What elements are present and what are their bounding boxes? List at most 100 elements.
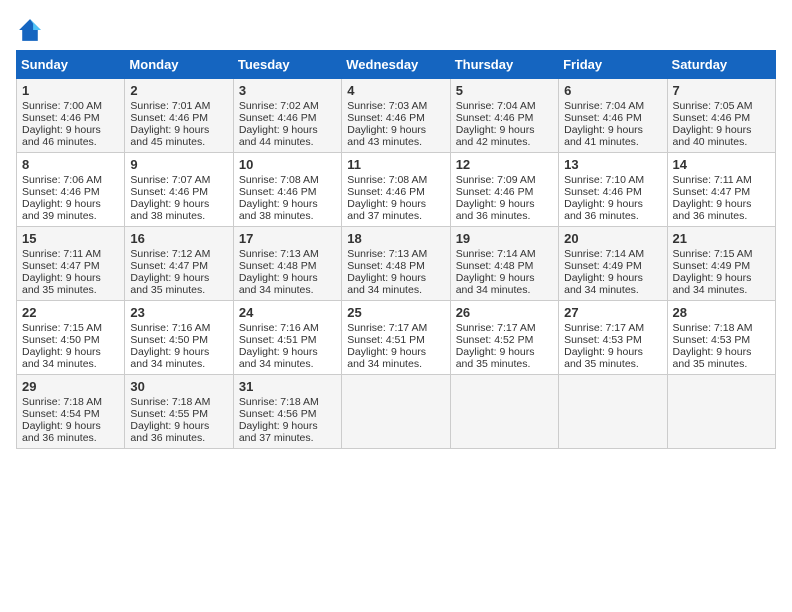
daylight-text: Daylight: 9 hours and 34 minutes. bbox=[130, 346, 209, 370]
sunset-text: Sunset: 4:53 PM bbox=[564, 334, 642, 346]
sunset-text: Sunset: 4:46 PM bbox=[130, 112, 208, 124]
calendar-cell: 5Sunrise: 7:04 AMSunset: 4:46 PMDaylight… bbox=[450, 79, 558, 153]
day-number: 18 bbox=[347, 231, 444, 246]
calendar-cell: 18Sunrise: 7:13 AMSunset: 4:48 PMDayligh… bbox=[342, 227, 450, 301]
calendar-cell: 7 Sunrise: 7:05 AMSunset: 4:46 PMDaylight… bbox=[667, 79, 775, 153]
daylight-text: Daylight: 9 hours and 34 minutes. bbox=[347, 272, 426, 296]
daylight-text: Daylight: 9 hours and 34 minutes. bbox=[673, 272, 752, 296]
col-header-monday: Monday bbox=[125, 51, 233, 79]
day-number: 8 bbox=[22, 157, 119, 172]
sunset-text: Sunset: 4:51 PM bbox=[347, 334, 425, 346]
day-number: 20 bbox=[564, 231, 661, 246]
daylight-text: Daylight: 9 hours and 41 minutes. bbox=[564, 124, 643, 148]
calendar-cell: 19Sunrise: 7:14 AMSunset: 4:48 PMDayligh… bbox=[450, 227, 558, 301]
calendar-week-5: 29Sunrise: 7:18 AMSunset: 4:54 PMDayligh… bbox=[17, 375, 776, 449]
calendar-week-4: 22Sunrise: 7:15 AMSunset: 4:50 PMDayligh… bbox=[17, 301, 776, 375]
calendar-cell bbox=[667, 375, 775, 449]
calendar-cell: 2Sunrise: 7:01 AMSunset: 4:46 PMDaylight… bbox=[125, 79, 233, 153]
sunrise-text: Sunrise: 7:17 AM bbox=[564, 322, 644, 334]
daylight-text: Daylight: 9 hours and 38 minutes. bbox=[130, 198, 209, 222]
daylight-text: Daylight: 9 hours and 37 minutes. bbox=[239, 420, 318, 444]
sunset-text: Sunset: 4:49 PM bbox=[673, 260, 751, 272]
sunrise-text: Sunrise: 7:10 AM bbox=[564, 174, 644, 186]
col-header-saturday: Saturday bbox=[667, 51, 775, 79]
sunset-text: Sunset: 4:46 PM bbox=[22, 112, 100, 124]
daylight-text: Daylight: 9 hours and 34 minutes. bbox=[22, 346, 101, 370]
calendar-cell: 31Sunrise: 7:18 AMSunset: 4:56 PMDayligh… bbox=[233, 375, 341, 449]
sunset-text: Sunset: 4:47 PM bbox=[130, 260, 208, 272]
calendar-cell: 4Sunrise: 7:03 AMSunset: 4:46 PMDaylight… bbox=[342, 79, 450, 153]
sunrise-text: Sunrise: 7:01 AM bbox=[130, 100, 210, 112]
col-header-wednesday: Wednesday bbox=[342, 51, 450, 79]
day-number: 4 bbox=[347, 83, 444, 98]
calendar-cell: 8 Sunrise: 7:06 AMSunset: 4:46 PMDaylight… bbox=[17, 153, 125, 227]
day-number: 19 bbox=[456, 231, 553, 246]
calendar-cell: 17Sunrise: 7:13 AMSunset: 4:48 PMDayligh… bbox=[233, 227, 341, 301]
sunrise-text: Sunrise: 7:06 AM bbox=[22, 174, 102, 186]
sunset-text: Sunset: 4:55 PM bbox=[130, 408, 208, 420]
daylight-text: Daylight: 9 hours and 36 minutes. bbox=[456, 198, 535, 222]
sunrise-text: Sunrise: 7:14 AM bbox=[564, 248, 644, 260]
sunrise-text: Sunrise: 7:11 AM bbox=[673, 174, 752, 186]
calendar-cell bbox=[450, 375, 558, 449]
day-number: 17 bbox=[239, 231, 336, 246]
daylight-text: Daylight: 9 hours and 46 minutes. bbox=[22, 124, 101, 148]
sunrise-text: Sunrise: 7:18 AM bbox=[130, 396, 210, 408]
daylight-text: Daylight: 9 hours and 34 minutes. bbox=[564, 272, 643, 296]
calendar-cell: 30Sunrise: 7:18 AMSunset: 4:55 PMDayligh… bbox=[125, 375, 233, 449]
logo bbox=[16, 16, 48, 44]
header bbox=[16, 16, 776, 44]
sunrise-text: Sunrise: 7:00 AM bbox=[22, 100, 102, 112]
col-header-friday: Friday bbox=[559, 51, 667, 79]
day-number: 12 bbox=[456, 157, 553, 172]
sunrise-text: Sunrise: 7:14 AM bbox=[456, 248, 536, 260]
calendar-week-3: 15Sunrise: 7:11 AMSunset: 4:47 PMDayligh… bbox=[17, 227, 776, 301]
sunrise-text: Sunrise: 7:13 AM bbox=[347, 248, 427, 260]
sunrise-text: Sunrise: 7:12 AM bbox=[130, 248, 210, 260]
sunset-text: Sunset: 4:46 PM bbox=[239, 112, 317, 124]
calendar-cell: 10Sunrise: 7:08 AMSunset: 4:46 PMDayligh… bbox=[233, 153, 341, 227]
sunset-text: Sunset: 4:46 PM bbox=[673, 112, 751, 124]
col-header-thursday: Thursday bbox=[450, 51, 558, 79]
calendar-table: SundayMondayTuesdayWednesdayThursdayFrid… bbox=[16, 50, 776, 449]
daylight-text: Daylight: 9 hours and 34 minutes. bbox=[239, 346, 318, 370]
calendar-cell: 20Sunrise: 7:14 AMSunset: 4:49 PMDayligh… bbox=[559, 227, 667, 301]
daylight-text: Daylight: 9 hours and 39 minutes. bbox=[22, 198, 101, 222]
daylight-text: Daylight: 9 hours and 35 minutes. bbox=[130, 272, 209, 296]
sunset-text: Sunset: 4:50 PM bbox=[130, 334, 208, 346]
sunset-text: Sunset: 4:46 PM bbox=[564, 186, 642, 198]
sunrise-text: Sunrise: 7:05 AM bbox=[673, 100, 753, 112]
daylight-text: Daylight: 9 hours and 44 minutes. bbox=[239, 124, 318, 148]
daylight-text: Daylight: 9 hours and 36 minutes. bbox=[130, 420, 209, 444]
calendar-week-1: 1Sunrise: 7:00 AMSunset: 4:46 PMDaylight… bbox=[17, 79, 776, 153]
day-number: 31 bbox=[239, 379, 336, 394]
calendar-cell: 12Sunrise: 7:09 AMSunset: 4:46 PMDayligh… bbox=[450, 153, 558, 227]
day-number: 23 bbox=[130, 305, 227, 320]
sunset-text: Sunset: 4:46 PM bbox=[22, 186, 100, 198]
daylight-text: Daylight: 9 hours and 35 minutes. bbox=[673, 346, 752, 370]
calendar-cell: 6Sunrise: 7:04 AMSunset: 4:46 PMDaylight… bbox=[559, 79, 667, 153]
sunrise-text: Sunrise: 7:02 AM bbox=[239, 100, 319, 112]
sunrise-text: Sunrise: 7:18 AM bbox=[239, 396, 319, 408]
calendar-cell: 16Sunrise: 7:12 AMSunset: 4:47 PMDayligh… bbox=[125, 227, 233, 301]
day-number: 21 bbox=[673, 231, 770, 246]
day-number: 6 bbox=[564, 83, 661, 98]
sunset-text: Sunset: 4:46 PM bbox=[347, 186, 425, 198]
daylight-text: Daylight: 9 hours and 37 minutes. bbox=[347, 198, 426, 222]
day-number: 24 bbox=[239, 305, 336, 320]
daylight-text: Daylight: 9 hours and 35 minutes. bbox=[456, 346, 535, 370]
sunrise-text: Sunrise: 7:16 AM bbox=[239, 322, 319, 334]
calendar-week-2: 8Sunrise: 7:06 AMSunset: 4:46 PMDaylight… bbox=[17, 153, 776, 227]
sunrise-text: Sunrise: 7:07 AM bbox=[130, 174, 210, 186]
sunrise-text: Sunrise: 7:18 AM bbox=[673, 322, 753, 334]
sunrise-text: Sunrise: 7:08 AM bbox=[239, 174, 319, 186]
day-number: 26 bbox=[456, 305, 553, 320]
calendar-cell: 9Sunrise: 7:07 AMSunset: 4:46 PMDaylight… bbox=[125, 153, 233, 227]
sunset-text: Sunset: 4:46 PM bbox=[564, 112, 642, 124]
sunrise-text: Sunrise: 7:16 AM bbox=[130, 322, 210, 334]
col-header-tuesday: Tuesday bbox=[233, 51, 341, 79]
day-number: 2 bbox=[130, 83, 227, 98]
day-number: 7 bbox=[673, 83, 770, 98]
sunset-text: Sunset: 4:46 PM bbox=[456, 186, 534, 198]
daylight-text: Daylight: 9 hours and 40 minutes. bbox=[673, 124, 752, 148]
